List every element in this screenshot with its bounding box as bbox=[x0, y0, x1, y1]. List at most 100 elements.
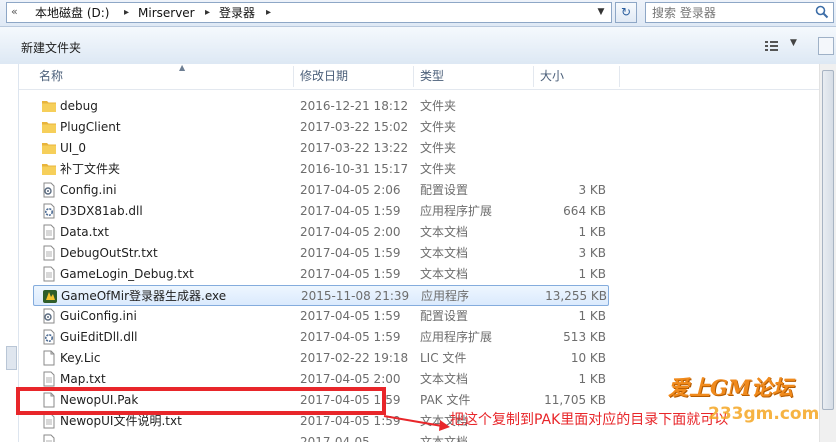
search-box[interactable] bbox=[645, 2, 834, 23]
refresh-icon: ↻ bbox=[620, 5, 632, 19]
file-row[interactable]: debug 2016-12-21 18:12 文件夹 bbox=[33, 96, 609, 117]
ini-icon bbox=[41, 308, 57, 324]
folder-icon bbox=[41, 98, 57, 114]
breadcrumb-separator-1[interactable]: ▸ bbox=[124, 5, 129, 21]
chevron-down-icon[interactable]: ▼ bbox=[593, 4, 609, 21]
file-size: 1 KB bbox=[578, 225, 606, 239]
file-row[interactable]: PlugClient 2017-03-22 15:02 文件夹 bbox=[33, 117, 609, 138]
file-name: 补丁文件夹 bbox=[60, 162, 121, 176]
file-name: GuiConfig.ini bbox=[60, 309, 137, 323]
file-row[interactable]: GuiConfig.ini 2017-04-05 1:59 配置设置 1 KB bbox=[33, 306, 609, 327]
file-size: 3 KB bbox=[578, 246, 606, 260]
file-row[interactable]: UI_0 2017-03-22 13:22 文件夹 bbox=[33, 138, 609, 159]
chevron-down-icon: ▼ bbox=[790, 38, 797, 48]
search-icon[interactable] bbox=[815, 5, 829, 19]
watermark-url: 233gm.com bbox=[708, 404, 820, 424]
file-date: 2017-04-05 1:59 bbox=[300, 267, 401, 281]
file-name: D3DX81ab.dll bbox=[60, 204, 143, 218]
column-size[interactable]: 大小 bbox=[540, 64, 564, 89]
new-folder-button[interactable]: 新建文件夹 bbox=[21, 39, 81, 56]
file-type: 文件夹 bbox=[420, 120, 457, 134]
file-row[interactable]: Config.ini 2017-04-05 2:06 配置设置 3 KB bbox=[33, 180, 609, 201]
highlight-box bbox=[16, 387, 386, 415]
exe-icon bbox=[42, 288, 58, 304]
breadcrumb-drive[interactable]: 本地磁盘 (D:) bbox=[35, 5, 109, 21]
column-type[interactable]: 类型 bbox=[420, 64, 444, 89]
scrollbar-thumb[interactable] bbox=[822, 70, 834, 410]
file-size: 1 KB bbox=[578, 267, 606, 281]
file-size: 513 KB bbox=[563, 330, 606, 344]
column-divider[interactable] bbox=[619, 66, 620, 87]
file-size: 3 KB bbox=[578, 183, 606, 197]
column-name[interactable]: 名称 bbox=[39, 64, 63, 89]
file-date: 2017-04-05 1:59 bbox=[300, 330, 401, 344]
breadcrumb-current[interactable]: 登录器 bbox=[219, 5, 255, 21]
file-date: 2017-04-05 ... bbox=[300, 435, 385, 442]
ini-icon bbox=[41, 182, 57, 198]
breadcrumb-separator-3[interactable]: ▸ bbox=[266, 5, 271, 21]
column-divider[interactable] bbox=[413, 66, 414, 87]
file-type: 应用程序 bbox=[421, 289, 470, 303]
file-row[interactable]: GameOfMir登录器生成器.exe 2015-11-08 21:39 应用程序 1… bbox=[33, 285, 609, 306]
sort-ascending-icon: ▲ bbox=[179, 63, 186, 72]
file-row[interactable]: DebugOutStr.txt 2017-04-05 1:59 文本文档 3 KB bbox=[33, 243, 609, 264]
file-row[interactable]: 补丁文件夹 2016-10-31 15:17 文件夹 bbox=[33, 159, 609, 180]
file-name: Config.ini bbox=[60, 183, 117, 197]
txt-icon bbox=[41, 224, 57, 240]
view-options-button[interactable]: ▼ bbox=[764, 38, 798, 54]
file-date: 2017-04-05 1:59 bbox=[300, 309, 401, 323]
navigation-pane bbox=[0, 64, 19, 442]
folder-nav-icon: « bbox=[11, 5, 18, 18]
file-type: 文件夹 bbox=[420, 141, 457, 155]
txt-icon bbox=[41, 413, 57, 429]
file-type: 应用程序扩展 bbox=[420, 204, 493, 218]
file-type: 配置设置 bbox=[420, 309, 469, 323]
column-divider[interactable] bbox=[533, 66, 534, 87]
file-date: 2017-04-05 1:59 bbox=[300, 204, 401, 218]
folder-icon bbox=[41, 161, 57, 177]
folder-icon bbox=[41, 140, 57, 156]
file-row[interactable]: Key.Lic 2017-02-22 19:18 LIC 文件 10 KB bbox=[33, 348, 609, 369]
file-name: ... bbox=[60, 435, 72, 442]
file-size: 1 KB bbox=[578, 309, 606, 323]
file-type: 文本文档 bbox=[420, 267, 469, 281]
file-name: GameLogin_Debug.txt bbox=[60, 267, 194, 281]
file-size bbox=[520, 159, 606, 180]
watermark-logo: 爱上GM论坛 233gm.com bbox=[668, 372, 832, 434]
refresh-button[interactable]: ↻ bbox=[615, 2, 637, 23]
file-date: 2017-03-22 13:22 bbox=[300, 141, 409, 155]
file-date: 2017-04-05 2:00 bbox=[300, 225, 401, 239]
search-input[interactable] bbox=[652, 5, 802, 20]
file-row[interactable]: ... 2017-04-05 ... 文本文档 bbox=[33, 432, 609, 442]
address-bar[interactable]: « 本地磁盘 (D:) ▸ Mirserver ▸ 登录器 ▸ ▼ bbox=[6, 2, 612, 23]
file-type: 应用程序扩展 bbox=[420, 330, 493, 344]
file-row[interactable]: GuiEditDll.dll 2017-04-05 1:59 应用程序扩展 513 K… bbox=[33, 327, 609, 348]
breadcrumb-separator-2[interactable]: ▸ bbox=[205, 5, 210, 21]
file-name: Data.txt bbox=[60, 225, 109, 239]
column-date[interactable]: 修改日期 bbox=[300, 64, 348, 89]
file-row[interactable]: Data.txt 2017-04-05 2:00 文本文档 1 KB bbox=[33, 222, 609, 243]
file-name: UI_0 bbox=[60, 141, 86, 155]
preview-pane-icon[interactable] bbox=[818, 37, 834, 55]
breadcrumb-mirserver[interactable]: Mirserver bbox=[138, 5, 195, 21]
file-row[interactable]: GameLogin_Debug.txt 2017-04-05 1:59 文本文档 1 … bbox=[33, 264, 609, 285]
file-date: 2017-03-22 15:02 bbox=[300, 120, 409, 134]
file-size bbox=[520, 96, 606, 117]
file-name: DebugOutStr.txt bbox=[60, 246, 158, 260]
file-size: 11,705 KB bbox=[544, 393, 606, 407]
txt-icon bbox=[41, 245, 57, 261]
file-type: 文本文档 bbox=[420, 372, 469, 386]
file-size bbox=[520, 117, 606, 138]
file-name: GuiEditDll.dll bbox=[60, 330, 138, 344]
file-type: 文本文档 bbox=[420, 225, 469, 239]
file-date: 2017-04-05 1:59 bbox=[300, 246, 401, 260]
column-divider[interactable] bbox=[293, 66, 294, 87]
view-options-icon bbox=[765, 41, 778, 51]
file-date: 2017-02-22 19:18 bbox=[300, 351, 409, 365]
file-name: debug bbox=[60, 99, 98, 113]
file-date: 2017-04-05 2:06 bbox=[300, 183, 401, 197]
nav-scrollbar-thumb[interactable] bbox=[6, 346, 17, 370]
file-type: 文件夹 bbox=[420, 162, 457, 176]
file-row[interactable]: D3DX81ab.dll 2017-04-05 1:59 应用程序扩展 664 KB bbox=[33, 201, 609, 222]
txt-icon bbox=[41, 266, 57, 282]
